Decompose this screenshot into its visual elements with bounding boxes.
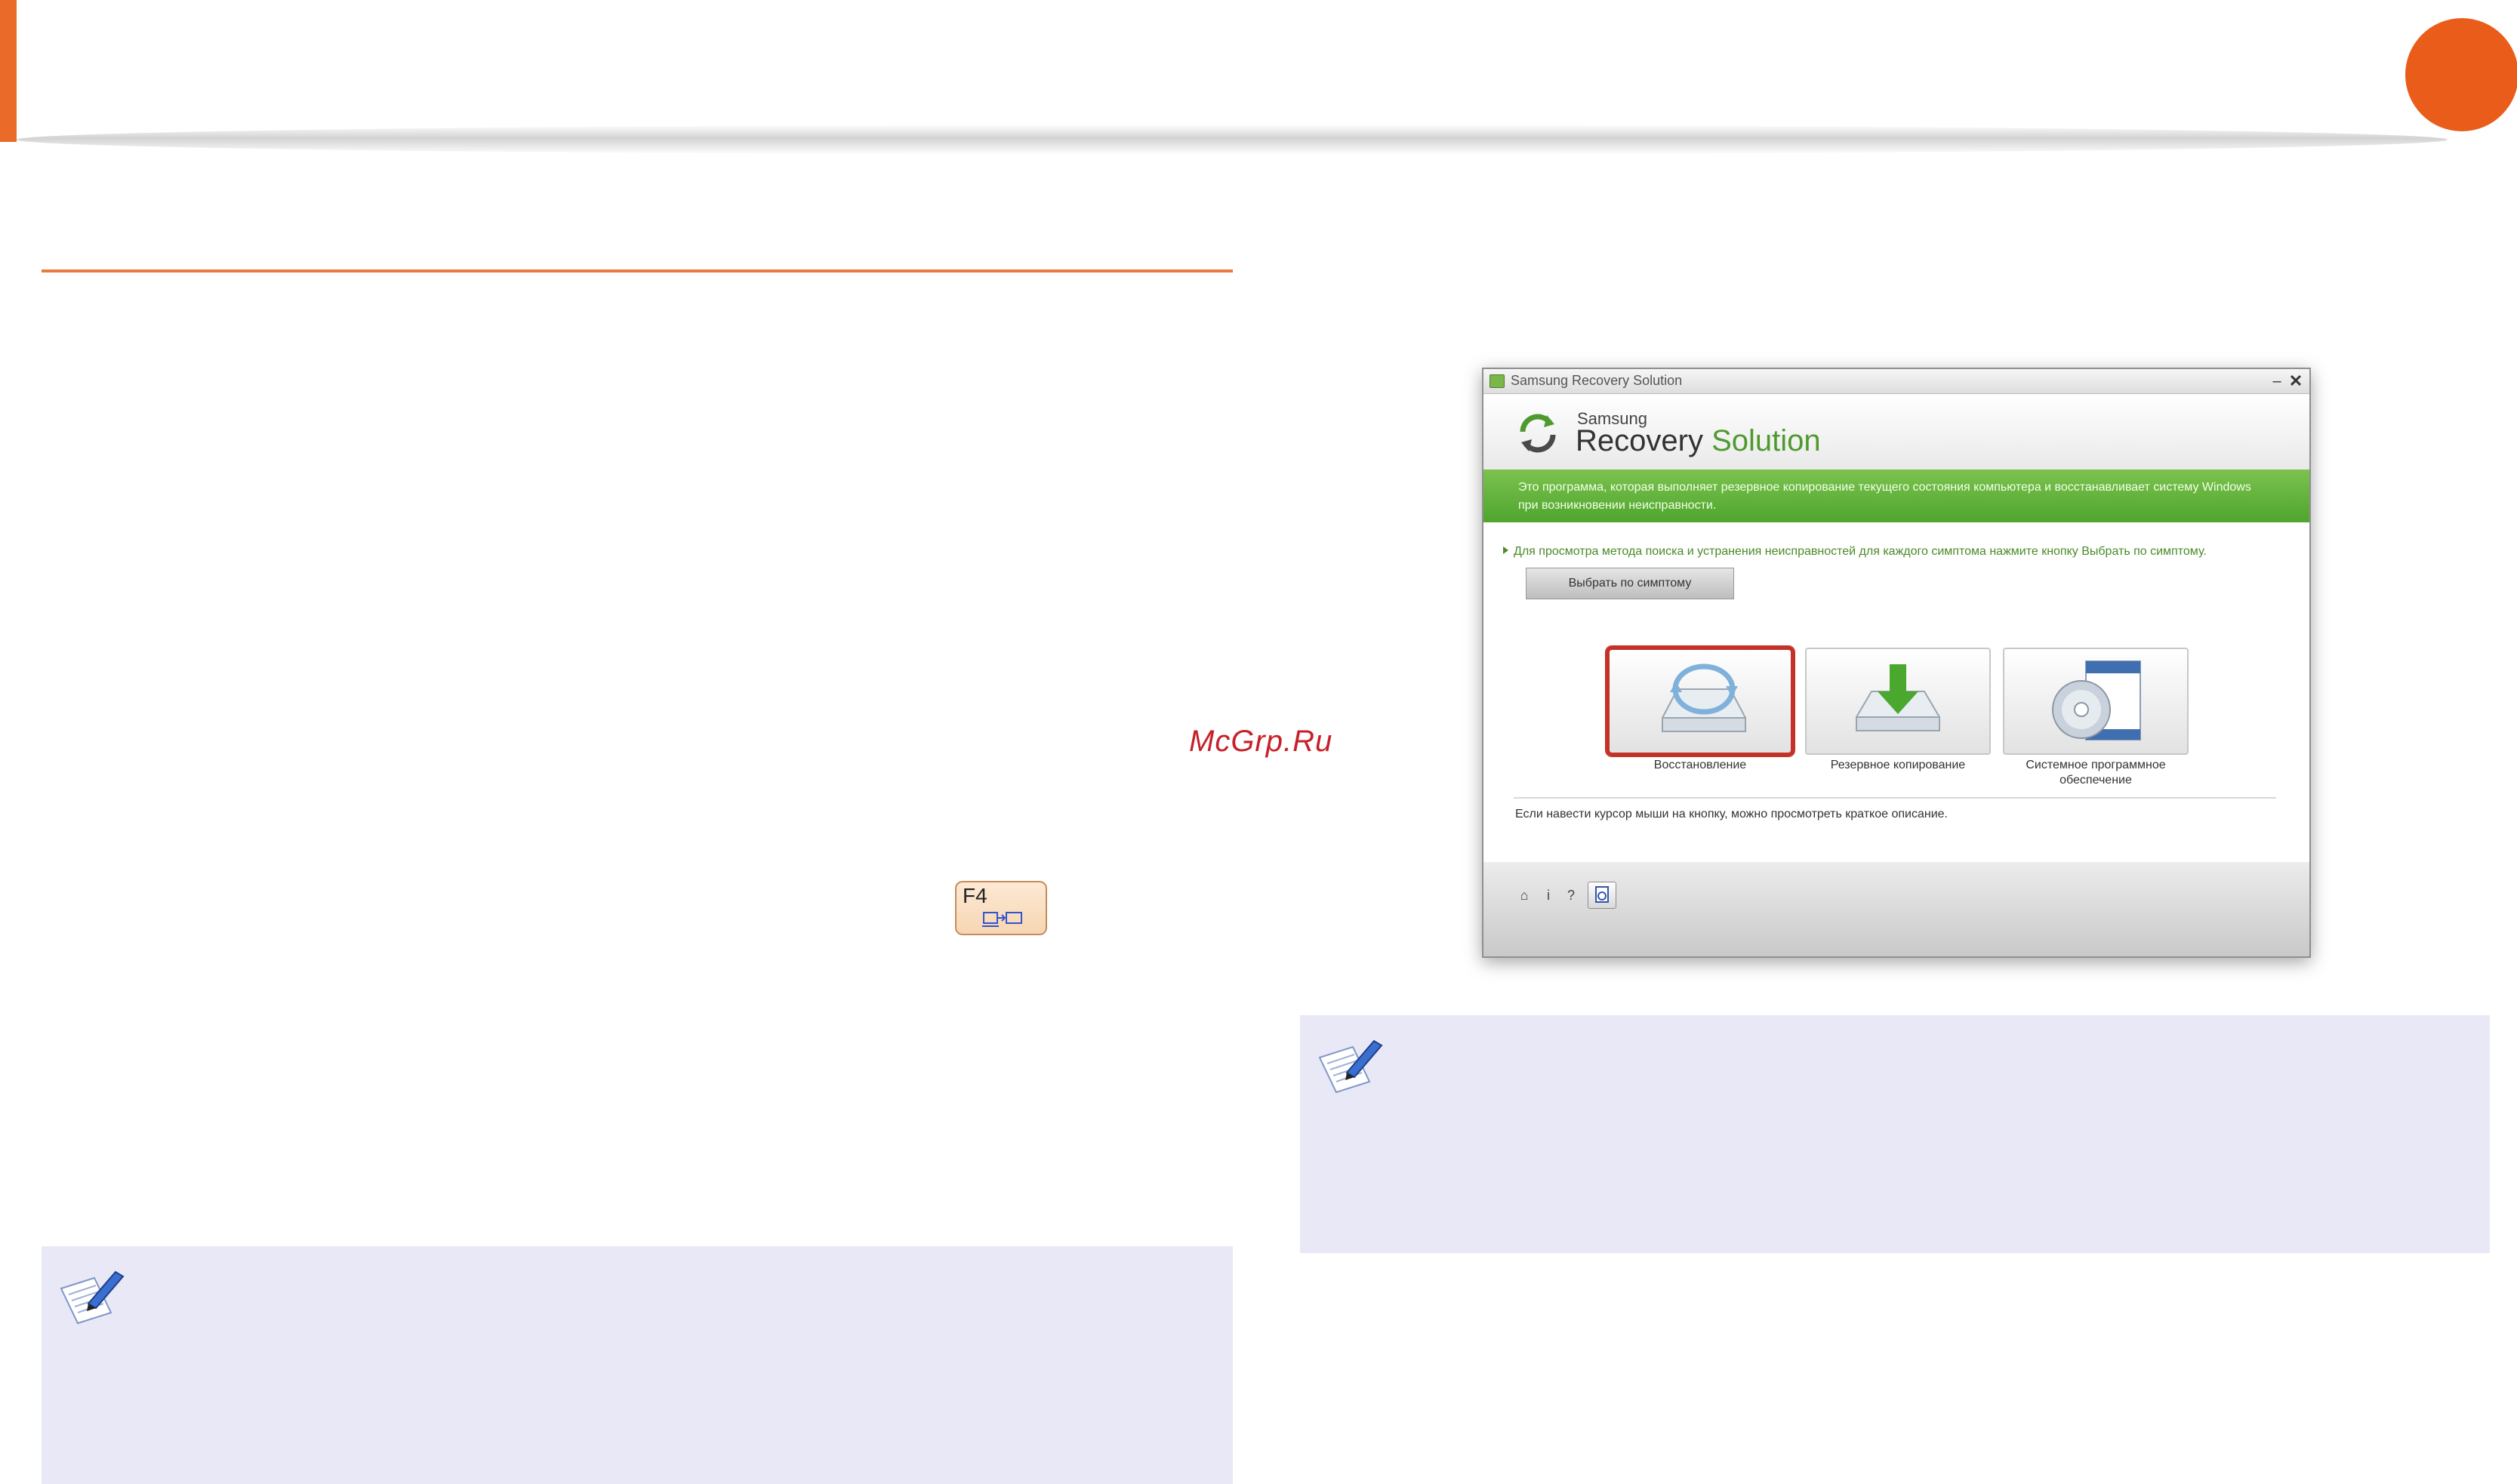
window-title: Samsung Recovery Solution: [1511, 373, 1683, 388]
note-pencil-icon: [60, 1270, 125, 1325]
chapter-marker: [2405, 18, 2517, 131]
window-titlebar[interactable]: Samsung Recovery Solution – ✕: [1483, 369, 2309, 394]
brand-title: Recovery Solution: [1576, 424, 1821, 458]
brand-header: Samsung Recovery Solution: [1483, 394, 2309, 470]
note-box: [1300, 1015, 2490, 1253]
system-software-tile[interactable]: [2003, 648, 2189, 755]
tip-text: Для просмотра метода поиска и устранения…: [1514, 545, 2207, 558]
backup-drive-icon: [1856, 664, 1940, 731]
system-software-tile-label: Системное программное обеспечение: [2026, 759, 2166, 787]
help-icon[interactable]: ?: [1560, 885, 1582, 906]
minimize-icon[interactable]: –: [2269, 373, 2285, 389]
brand-word-recovery: Recovery: [1576, 424, 1703, 457]
brand-word-solution: Solution: [1711, 424, 1821, 457]
system-software-icon: [2052, 660, 2141, 740]
section-rule: [42, 269, 1233, 272]
display-switch-icon: [982, 912, 1022, 927]
header-divider: [17, 125, 2448, 155]
window-body: Для просмотра метода поиска и устранения…: [1483, 522, 2309, 862]
intro-banner: Это программа, которая выполняет резервн…: [1483, 470, 2309, 522]
watermark: McGrp.Ru: [1189, 725, 1333, 758]
f4-key-label: F4: [963, 884, 987, 907]
close-icon[interactable]: ✕: [2287, 373, 2305, 389]
bullet-arrow-icon: [1503, 546, 1508, 554]
info-icon[interactable]: i: [1538, 885, 1559, 906]
recovery-logo-icon: [1520, 414, 1556, 453]
window-footer: ⌂ i ?: [1483, 862, 2309, 956]
note-pencil-icon: [1318, 1039, 1383, 1094]
note-box: [42, 1246, 1233, 1484]
divider: [1514, 797, 2276, 799]
restore-drive-icon: [1662, 663, 1746, 732]
app-icon: [1490, 374, 1505, 388]
select-by-symptom-button[interactable]: Выбрать по симптому: [1526, 568, 1734, 599]
recovery-window: Samsung Recovery Solution – ✕ Samsung Re…: [1482, 368, 2311, 958]
intro-text: Это программа, которая выполняет резервн…: [1518, 481, 2251, 512]
accent-bar: [0, 0, 17, 142]
restore-tile[interactable]: [1606, 646, 1795, 756]
restore-tile-label: Восстановление: [1653, 759, 1747, 771]
backup-tile-label: Резервное копирование: [1830, 759, 1966, 771]
backup-tile[interactable]: [1805, 648, 1991, 755]
home-icon[interactable]: ⌂: [1514, 885, 1535, 906]
f4-key: F4: [955, 881, 1047, 935]
hover-hint-text: Если навести курсор мыши на кнопку, можн…: [1515, 808, 1948, 821]
document-icon[interactable]: [1588, 882, 1616, 909]
